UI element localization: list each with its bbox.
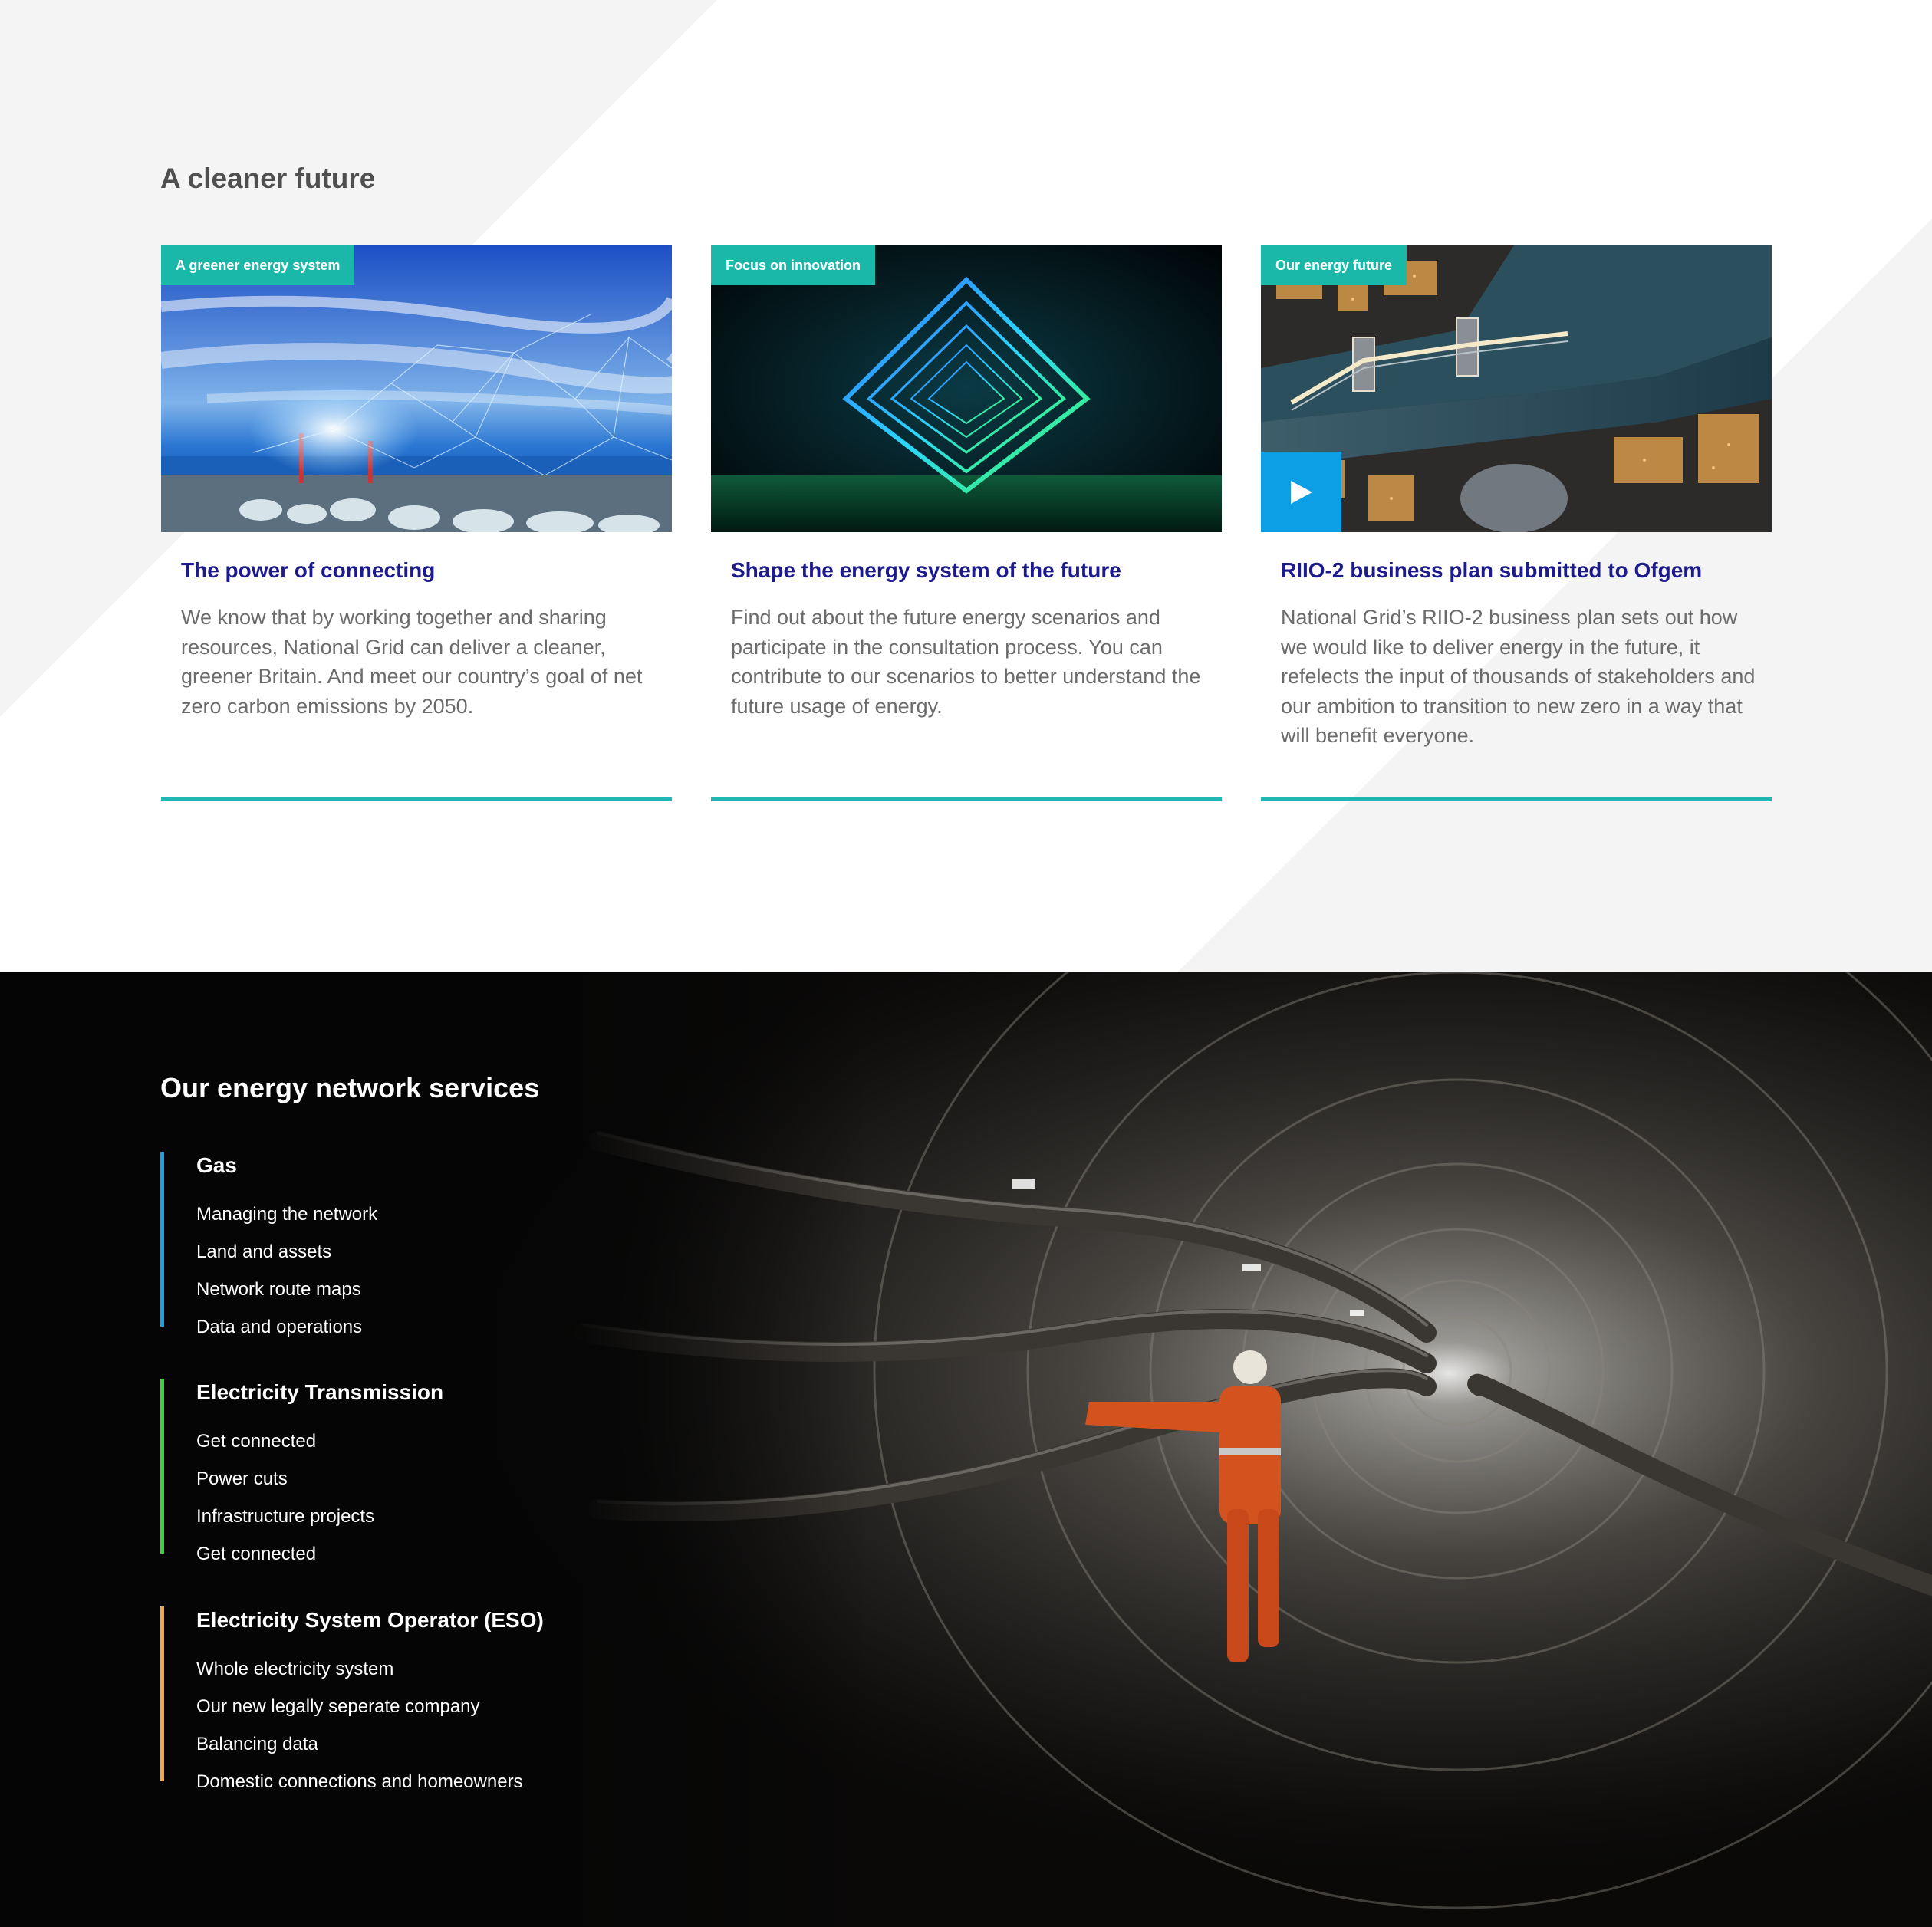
service-link[interactable]: Whole electricity system (196, 1650, 523, 1688)
article-card-shape-energy-system[interactable]: Focus on innovation Shape the energy sys… (711, 245, 1222, 804)
card-tag: Focus on innovation (711, 245, 875, 285)
card-tag: Our energy future (1261, 245, 1407, 285)
play-video-button[interactable] (1261, 452, 1341, 532)
gas-accent-bar (160, 1152, 164, 1327)
card-description: Find out about the future energy scenari… (731, 606, 1201, 718)
play-icon (1290, 480, 1312, 504)
card-image-energy-network: A greener energy system (161, 245, 672, 532)
service-links-list: Get connected Power cuts Infrastructure … (196, 1422, 374, 1573)
group-title[interactable]: Gas (196, 1153, 237, 1178)
article-card-power-of-connecting[interactable]: A greener energy system The power of con… (161, 245, 672, 804)
card-tag: A greener energy system (161, 245, 355, 285)
card-image-neon-diamond: Focus on innovation (711, 245, 1222, 532)
eso-accent-bar (160, 1606, 164, 1781)
electricity-transmission-accent-bar (160, 1379, 164, 1554)
service-link[interactable]: Our new legally seperate company (196, 1688, 523, 1725)
group-title[interactable]: Electricity Transmission (196, 1380, 443, 1405)
card-divider (711, 797, 1222, 801)
network-services-section: Our energy network services Gas Managing… (0, 972, 1932, 1927)
card-description: National Grid’s RIIO-2 business plan set… (1281, 606, 1756, 747)
service-link[interactable]: Network route maps (196, 1271, 377, 1308)
section-title: Our energy network services (160, 1072, 540, 1103)
service-link[interactable]: Power cuts (196, 1460, 374, 1498)
city-energy-network-image (161, 245, 672, 532)
card-image-london-tower-bridge: Our energy future (1261, 245, 1772, 532)
service-link[interactable]: Managing the network (196, 1195, 377, 1233)
card-title[interactable]: The power of connecting (181, 558, 657, 583)
service-link[interactable]: Get connected (196, 1535, 374, 1573)
service-link[interactable]: Domestic connections and homeowners (196, 1763, 523, 1800)
service-link[interactable]: Balancing data (196, 1725, 523, 1763)
article-card-riio2-business-plan[interactable]: Our energy future RIIO-2 business plan s… (1261, 245, 1772, 804)
card-title[interactable]: Shape the energy system of the future (731, 558, 1206, 583)
card-title[interactable]: RIIO-2 business plan submitted to Ofgem (1281, 558, 1756, 583)
service-links-list: Whole electricity system Our new legally… (196, 1650, 523, 1800)
service-link[interactable]: Get connected (196, 1422, 374, 1460)
section-title: A cleaner future (160, 163, 376, 194)
service-links-list: Managing the network Land and assets Net… (196, 1195, 377, 1346)
card-description: We know that by working together and sha… (181, 606, 643, 718)
neon-diamond-image (711, 245, 1222, 532)
group-title[interactable]: Electricity System Operator (ESO) (196, 1608, 544, 1633)
card-divider (1261, 797, 1772, 801)
cleaner-future-section: A cleaner future A greener energy system… (0, 0, 1932, 972)
service-link[interactable]: Infrastructure projects (196, 1498, 374, 1535)
card-divider (161, 797, 672, 801)
service-link[interactable]: Data and operations (196, 1308, 377, 1346)
service-link[interactable]: Land and assets (196, 1233, 377, 1271)
